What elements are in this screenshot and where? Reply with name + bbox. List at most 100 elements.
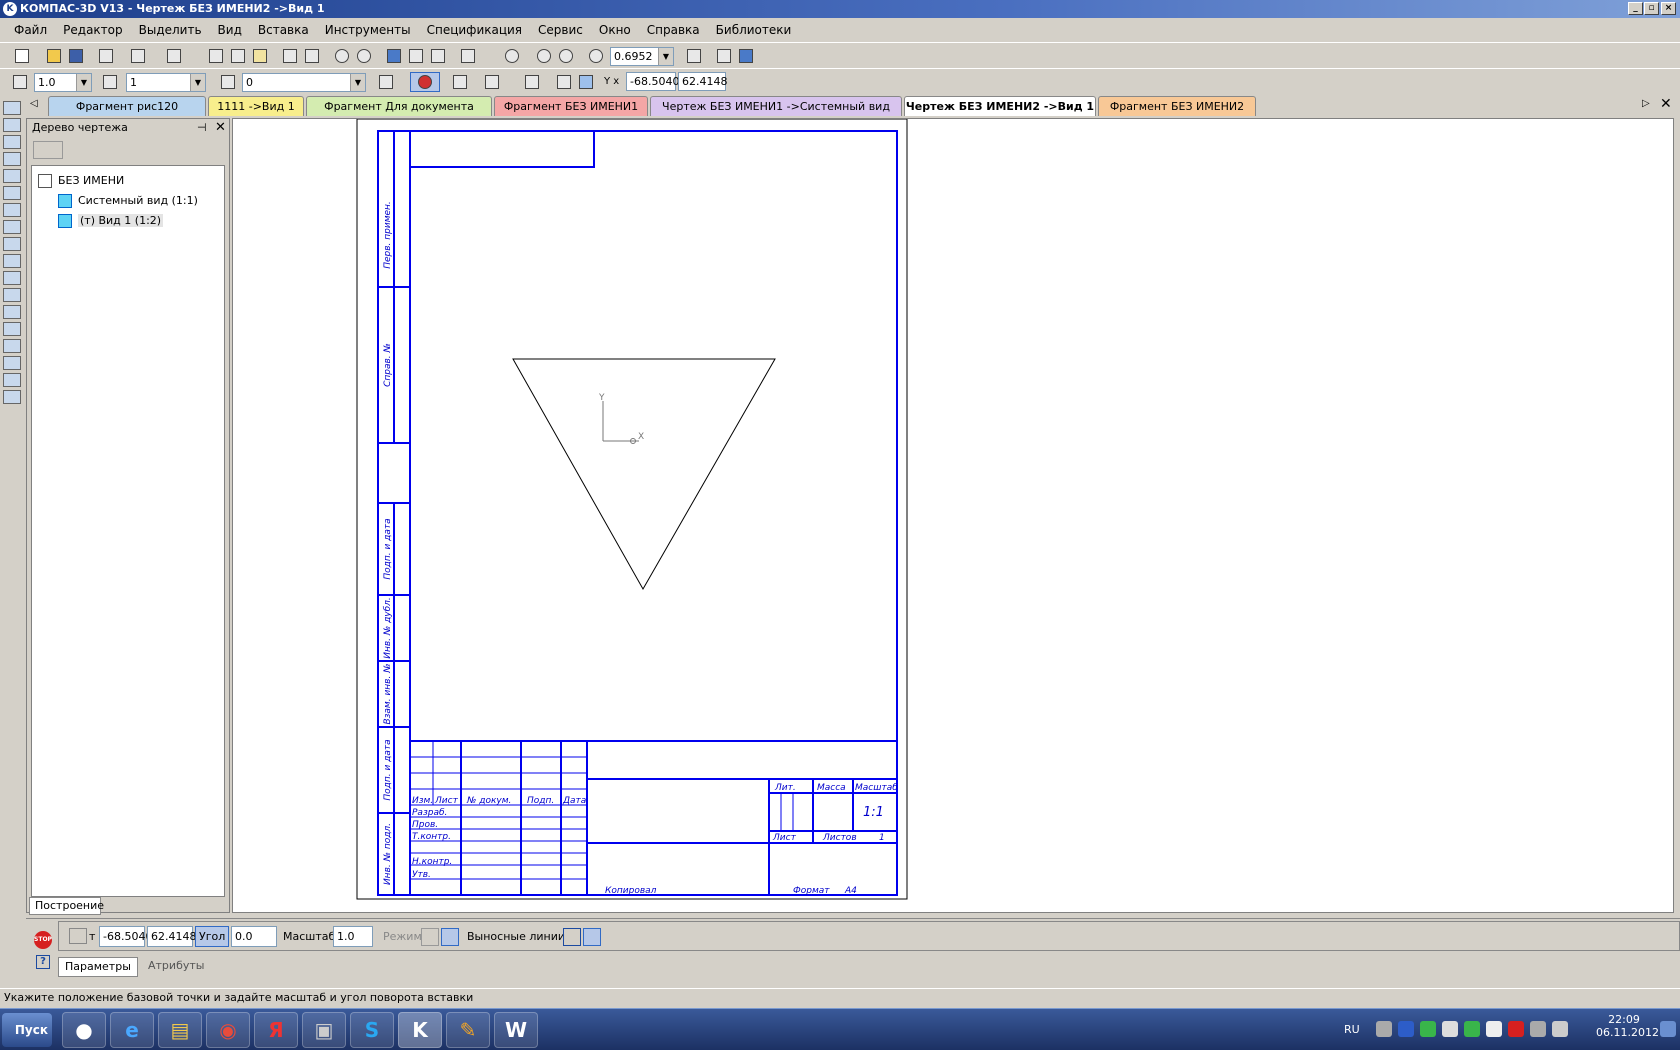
insert-tool-icon[interactable] (3, 271, 21, 285)
dimensions-tool-icon[interactable] (3, 118, 21, 132)
start-button[interactable]: Пуск (2, 1013, 52, 1047)
close-tree-icon[interactable]: ✕ (215, 119, 226, 137)
menu-edit[interactable]: Редактор (55, 20, 130, 40)
brush-icon[interactable] (280, 46, 300, 66)
tray-icon[interactable] (1464, 1021, 1480, 1037)
kompas-taskbar-icon[interactable]: K (398, 1012, 442, 1048)
cut-icon[interactable] (206, 46, 226, 66)
scale-input[interactable]: 1.0 (333, 926, 373, 947)
tree-item-view1[interactable]: (т) Вид 1 (1:2) (58, 212, 164, 230)
tab-attributes[interactable]: Атрибуты (142, 957, 222, 977)
reports-tool-icon[interactable] (3, 254, 21, 268)
tree-mode-icon[interactable] (33, 141, 63, 159)
list-icon[interactable] (302, 46, 322, 66)
paste-icon[interactable] (250, 46, 270, 66)
new-icon[interactable] (12, 46, 32, 66)
base-point-y-input[interactable]: 62.4148 (147, 926, 197, 947)
zoom-select[interactable]: 0.6952 ▼ (610, 47, 674, 66)
mode-active-icon[interactable] (441, 928, 459, 946)
menu-insert[interactable]: Вставка (250, 20, 317, 40)
pin-icon[interactable]: ⊣ (197, 119, 207, 137)
menu-spec[interactable]: Спецификация (419, 20, 530, 40)
spec-tool-icon[interactable] (3, 237, 21, 251)
mode-icon[interactable] (421, 928, 439, 946)
drawing-canvas[interactable]: Перв. примен. Справ. № Подп. и дата Инв.… (232, 118, 1674, 913)
tree-root[interactable]: БЕЗ ИМЕНИ (38, 172, 124, 190)
show-desktop-icon[interactable] (1660, 1021, 1676, 1037)
skype-icon[interactable]: S (350, 1012, 394, 1048)
tab-fragment-noname2[interactable]: Фрагмент БЕЗ ИМЕНИ2 (1098, 96, 1256, 116)
menu-view[interactable]: Вид (210, 20, 250, 40)
view-icon[interactable] (100, 72, 120, 92)
tab-fragment-document[interactable]: Фрагмент Для документа (306, 96, 492, 116)
point-check-icon[interactable] (69, 928, 87, 944)
ortho-icon[interactable] (554, 72, 574, 92)
base-point-x-input[interactable]: -68.5040 (99, 926, 152, 947)
redraw-icon[interactable] (736, 46, 756, 66)
local-cs-icon[interactable] (450, 72, 470, 92)
explorer-icon[interactable]: ▤ (158, 1012, 202, 1048)
edit-tool-icon[interactable] (3, 152, 21, 166)
tab-parameters[interactable]: Параметры (58, 957, 138, 977)
menu-file[interactable]: Файл (0, 20, 55, 40)
tabs-scroll-right-icon[interactable]: ▷ (1642, 98, 1650, 109)
properties-icon[interactable] (164, 46, 184, 66)
stop-icon[interactable]: STOP (34, 931, 52, 949)
variables-icon[interactable] (406, 46, 426, 66)
zoom-icon[interactable] (502, 46, 522, 66)
layer-icon[interactable] (218, 72, 238, 92)
tray-icon[interactable] (1376, 1021, 1392, 1037)
manager-icon[interactable] (384, 46, 404, 66)
pan-icon[interactable] (684, 46, 704, 66)
tab-1111-view1[interactable]: 1111 ->Вид 1 (208, 96, 304, 116)
distribute-tool-icon[interactable] (3, 356, 21, 370)
measure-tool-icon[interactable] (3, 186, 21, 200)
help-pointer-icon[interactable] (458, 46, 478, 66)
flag-icon[interactable] (1442, 1021, 1458, 1037)
menu-help[interactable]: Справка (639, 20, 708, 40)
refresh-icon[interactable] (714, 46, 734, 66)
save-icon[interactable] (66, 46, 86, 66)
menu-tools[interactable]: Инструменты (317, 20, 419, 40)
open-icon[interactable] (44, 46, 64, 66)
tabs-close-icon[interactable]: ✕ (1660, 96, 1672, 112)
network-icon[interactable] (1530, 1021, 1546, 1037)
zoom-all-icon[interactable] (556, 46, 576, 66)
magnet-icon[interactable] (410, 72, 440, 92)
geometry-tool-icon[interactable] (3, 101, 21, 115)
language-indicator[interactable]: RU (1344, 1023, 1360, 1036)
image-tool-icon[interactable] (3, 390, 21, 404)
fragment-tool-icon[interactable] (3, 288, 21, 302)
tree-item-system-view[interactable]: Системный вид (1:1) (58, 192, 198, 210)
floppy-icon[interactable]: ▣ (302, 1012, 346, 1048)
style-select[interactable]: 1.0 ▼ (34, 73, 92, 92)
ext-lines-off-icon[interactable] (583, 928, 601, 946)
help-icon[interactable]: ? (36, 955, 50, 969)
tab-fragment-noname1[interactable]: Фрагмент БЕЗ ИМЕНИ1 (494, 96, 648, 116)
collection-tool-icon[interactable] (3, 373, 21, 387)
close-button[interactable]: × (1661, 2, 1676, 15)
tabs-scroll-left-icon[interactable]: ◁ (30, 98, 38, 109)
redo-icon[interactable] (354, 46, 374, 66)
tray-icon[interactable] (1420, 1021, 1436, 1037)
tab-construction[interactable]: Построение (29, 897, 104, 915)
tray-icon[interactable] (1508, 1021, 1524, 1037)
tab-drawing-noname2[interactable]: Чертеж БЕЗ ИМЕНИ2 ->Вид 1 (904, 96, 1096, 116)
menu-service[interactable]: Сервис (530, 20, 591, 40)
zoom-window-icon[interactable] (534, 46, 554, 66)
views-tool-icon[interactable] (3, 220, 21, 234)
undo-icon[interactable] (332, 46, 352, 66)
taskbar-app-icon[interactable]: ● (62, 1012, 106, 1048)
print-icon[interactable] (96, 46, 116, 66)
copy-icon[interactable] (228, 46, 248, 66)
round-icon[interactable] (576, 72, 596, 92)
arrange-tool-icon[interactable] (3, 339, 21, 353)
layer-select[interactable]: 0 ▼ (242, 73, 366, 92)
select-tool-icon[interactable] (3, 203, 21, 217)
tab-drawing-noname1[interactable]: Чертеж БЕЗ ИМЕНИ1 ->Системный вид (650, 96, 902, 116)
tray-icon[interactable] (1486, 1021, 1502, 1037)
minimize-button[interactable]: _ (1628, 2, 1643, 15)
yandex-icon[interactable]: Я (254, 1012, 298, 1048)
sheet-tool-icon[interactable] (3, 322, 21, 336)
cs-icon[interactable] (522, 72, 542, 92)
